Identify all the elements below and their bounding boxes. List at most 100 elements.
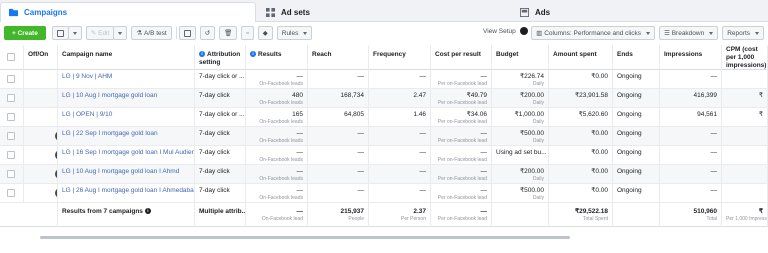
cell-name[interactable]: LG | 9 Nov | AHM <box>58 70 195 89</box>
row-checkbox[interactable] <box>7 113 15 121</box>
rules-button[interactable]: Rules <box>276 26 313 40</box>
cost-value: ₹49.79 <box>466 92 487 99</box>
trash-icon: 🗑 <box>224 30 233 37</box>
cell-results: 165 On-Facebook leads <box>246 108 308 127</box>
header-off-on[interactable]: Off/On <box>24 45 58 70</box>
cell-ends: Ongoing <box>613 89 660 108</box>
cell-budget: ₹200.00 Daily <box>492 165 549 184</box>
row-checkbox[interactable] <box>7 75 15 83</box>
results-sub: On-Facebook leads <box>259 138 303 144</box>
table-row[interactable]: LG | 22 Sep I mortgage gold loan 7-day cl… <box>0 127 768 146</box>
duplicate-dropdown[interactable] <box>67 26 82 40</box>
campaign-name-link[interactable]: LG | 22 Sep I mortgage gold loan <box>62 129 190 138</box>
row-checkbox[interactable] <box>7 170 15 178</box>
totals-frequency-value: 2.37 <box>413 208 426 215</box>
duplicate-icon <box>56 29 64 37</box>
campaign-name-link[interactable]: LG | 10 Aug I mortgage gold loan <box>62 91 190 100</box>
horizontal-scrollbar[interactable] <box>40 236 570 239</box>
header-budget-label: Budget <box>496 51 519 58</box>
ends-value: Ongoing <box>617 168 642 175</box>
header-frequency[interactable]: Frequency <box>369 45 431 70</box>
header-cost-per-result[interactable]: Cost per result <box>431 45 492 70</box>
row-toggle-cell <box>24 70 58 89</box>
table-row[interactable]: LG | 9 Nov | AHM 7-day click or ... — On-Fa… <box>0 70 768 89</box>
row-select-cell <box>0 184 24 203</box>
cell-ends: Ongoing <box>613 165 660 184</box>
breakdown-dropdown[interactable]: ☰ Breakdown <box>659 26 719 40</box>
header-campaign-name[interactable]: Campaign name <box>58 45 195 70</box>
campaign-name-link[interactable]: LG | OPEN | 9/10 <box>62 110 190 119</box>
edit-dropdown[interactable] <box>113 26 128 40</box>
row-checkbox[interactable] <box>7 94 15 102</box>
ends-value: Ongoing <box>617 111 642 118</box>
campaign-name-link[interactable]: LG | 26 Aug I mortgage gold loan I Ahmed… <box>62 186 194 195</box>
row-checkbox[interactable] <box>7 189 15 197</box>
table-row[interactable]: LG | 16 Sep I mortgage gold loan I Mul A… <box>0 146 768 165</box>
cell-name[interactable]: LG | 16 Sep I mortgage gold loan I Mul A… <box>58 146 195 165</box>
edit-button[interactable]: ✎ Edit <box>85 26 115 40</box>
frequency-value: 1.46 <box>413 111 426 118</box>
cell-name[interactable]: LG | OPEN | 9/10 <box>58 108 195 127</box>
create-button[interactable]: + Create <box>4 26 46 40</box>
header-budget[interactable]: Budget <box>492 45 549 70</box>
chevron-down-icon <box>646 31 651 35</box>
tab-ads[interactable]: Ads <box>512 2 768 22</box>
ends-value: Ongoing <box>617 187 642 194</box>
results-sub: On-Facebook leads <box>259 81 303 87</box>
campaign-name-link[interactable]: LG | 9 Nov | AHM <box>62 72 190 81</box>
totals-spent-sub: Total Spent <box>582 216 608 222</box>
frequency-value: — <box>419 168 427 175</box>
flask-icon: ⚗ <box>136 30 144 37</box>
undo-button[interactable]: ↺ <box>199 26 216 40</box>
lock-button[interactable]: ▫ <box>241 26 254 40</box>
header-attribution[interactable]: i Attribution setting <box>195 45 246 70</box>
cell-spent: ₹0.00 <box>549 184 613 203</box>
campaign-name-link[interactable]: LG | 10 Aug I mortgage gold loan I Ahmd <box>62 167 190 176</box>
header-cpm[interactable]: CPM (cost per 1,000 impressions) <box>722 45 768 70</box>
cell-budget: ₹200.00 Daily <box>492 89 549 108</box>
tab-campaigns[interactable]: Campaigns <box>0 2 256 22</box>
budget-value: ₹226.74 <box>519 73 544 80</box>
row-toggle-cell <box>24 89 58 108</box>
attribution-value: 7-day click or ... <box>199 111 245 118</box>
results-sub: On-Facebook leads <box>259 195 303 201</box>
ab-test-button[interactable]: ⚗ A/B test <box>131 26 172 40</box>
table-row[interactable]: LG | 10 Aug I mortgage gold loan I Ahmd 7… <box>0 165 768 184</box>
frequency-value: — <box>419 130 427 137</box>
delete-button[interactable]: 🗑 <box>219 26 238 40</box>
tab-ad-sets[interactable]: Ad sets <box>258 2 510 22</box>
header-select-all[interactable] <box>0 45 24 70</box>
frequency-value: 2.47 <box>413 92 426 99</box>
archive-button[interactable] <box>178 26 196 40</box>
tag-button[interactable]: ◆ <box>257 26 273 40</box>
columns-dropdown[interactable]: ▥ Columns: Performance and clicks <box>531 26 656 40</box>
campaign-name-link[interactable]: LG | 16 Sep I mortgage gold loan I Mul A… <box>62 148 194 157</box>
table-row[interactable]: LG | OPEN | 9/10 7-day click or ... 165 On-… <box>0 108 768 127</box>
row-select-cell <box>0 89 24 108</box>
select-all-checkbox[interactable] <box>7 53 15 61</box>
row-checkbox[interactable] <box>7 151 15 159</box>
header-ends[interactable]: Ends <box>613 45 660 70</box>
totals-row: Results from 7 campaigns i Multiple attri… <box>0 203 768 227</box>
header-reach[interactable]: Reach <box>308 45 369 70</box>
duplicate-button[interactable] <box>51 26 69 40</box>
totals-cost-value: — <box>480 208 488 215</box>
reports-dropdown[interactable]: Reports <box>722 26 764 40</box>
totals-impressions-sub: Total <box>706 216 717 222</box>
header-reach-label: Reach <box>312 51 332 58</box>
cell-name[interactable]: LG | 10 Aug I mortgage gold loan I Ahmd <box>58 165 195 184</box>
cell-spent: ₹0.00 <box>549 165 613 184</box>
header-results[interactable]: i Results <box>246 45 308 70</box>
info-icon: i <box>144 208 151 215</box>
table-row[interactable]: LG | 10 Aug I mortgage gold loan 7-day cl… <box>0 89 768 108</box>
row-checkbox[interactable] <box>7 132 15 140</box>
header-amount-spent[interactable]: Amount spent <box>549 45 613 70</box>
cell-spent: ₹0.00 <box>549 146 613 165</box>
header-impressions[interactable]: Impressions <box>660 45 722 70</box>
table-row[interactable]: LG | 26 Aug I mortgage gold loan I Ahmed… <box>0 184 768 203</box>
cell-frequency: — <box>369 127 431 146</box>
cell-name[interactable]: LG | 10 Aug I mortgage gold loan <box>58 89 195 108</box>
cell-name[interactable]: LG | 22 Sep I mortgage gold loan <box>58 127 195 146</box>
cell-name[interactable]: LG | 26 Aug I mortgage gold loan I Ahmed… <box>58 184 195 203</box>
view-setup-toggle[interactable]: View Setup <box>483 27 528 35</box>
